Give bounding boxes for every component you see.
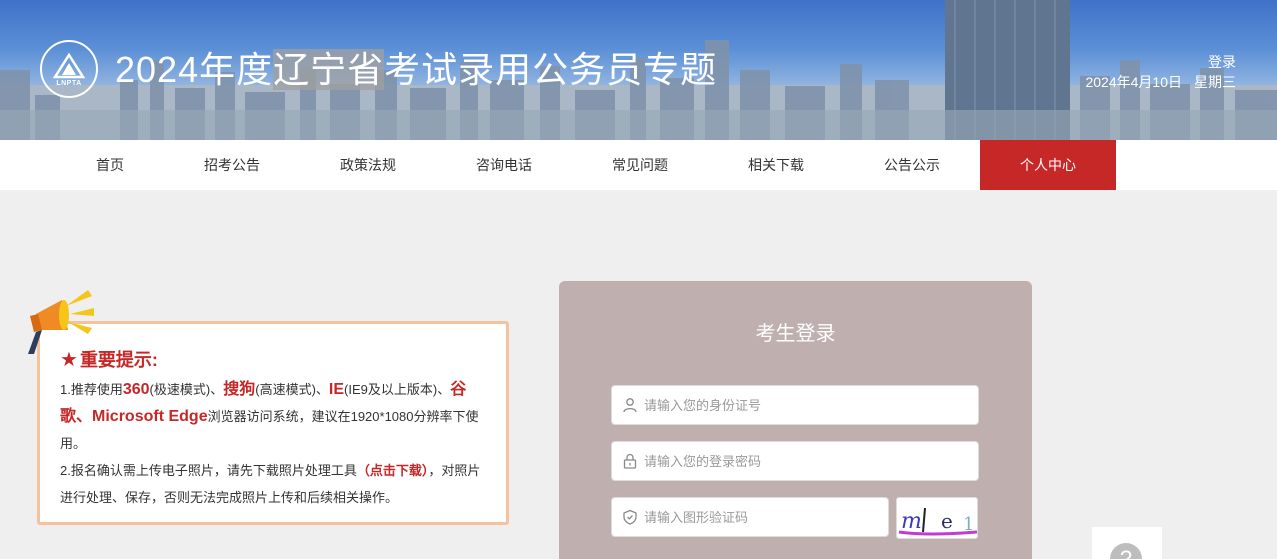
- current-weekday: 星期三: [1194, 74, 1236, 90]
- site-title: 2024年度辽宁省考试录用公务员专题: [115, 48, 717, 92]
- floating-help-box: ?: [1092, 527, 1162, 559]
- notice-body: 1.推荐使用360(极速模式)、搜狗(高速模式)、IE(IE9及以上版本)、谷歌…: [60, 376, 486, 511]
- nav-item-faq[interactable]: 常见问题: [572, 140, 708, 190]
- notice-text: 1.推荐使用: [60, 382, 123, 397]
- notice-text: (IE9及以上版本)、: [344, 382, 451, 397]
- id-number-field[interactable]: [611, 385, 979, 425]
- important-notice: ★ 重要提示: 1.推荐使用360(极速模式)、搜狗(高速模式)、IE(IE9及…: [37, 321, 509, 525]
- download-tool-link[interactable]: （点击下载）: [357, 463, 429, 478]
- browser-edge: Microsoft Edge: [92, 408, 208, 425]
- password-field[interactable]: [611, 441, 979, 481]
- notice-item-photo: 2.报名确认需上传电子照片，请先下载照片处理工具（点击下载），对照片进行处理、保…: [60, 457, 486, 511]
- shield-icon: [623, 509, 637, 525]
- notice-text: 2.报名确认需上传电子照片，请先下载照片处理工具: [60, 463, 357, 478]
- title-rest: 考试录用公务员专题: [384, 49, 718, 90]
- notice-item-browsers: 1.推荐使用360(极速模式)、搜狗(高速模式)、IE(IE9及以上版本)、谷歌…: [60, 376, 486, 457]
- current-date: 2024年4月10日: [1085, 74, 1182, 90]
- lnpta-logo: LNPTA: [40, 40, 98, 98]
- help-icon[interactable]: ?: [1110, 543, 1142, 559]
- captcha-image[interactable]: m e 1: [896, 497, 978, 539]
- logo-text: LNPTA: [56, 80, 82, 87]
- main-nav: 首页 招考公告 政策法规 咨询电话 常见问题 相关下载 公告公示 个人中心: [0, 140, 1277, 190]
- megaphone-icon: [28, 290, 94, 354]
- captcha-char: m: [901, 509, 922, 534]
- notice-text: (高速模式)、: [255, 382, 329, 397]
- login-title: 考生登录: [755, 323, 836, 345]
- id-number-input[interactable]: [644, 397, 944, 413]
- nav-item-publicity[interactable]: 公告公示: [844, 140, 980, 190]
- nav-item-home[interactable]: 首页: [42, 140, 178, 190]
- nav-item-policies[interactable]: 政策法规: [300, 140, 436, 190]
- captcha-input[interactable]: [644, 509, 864, 525]
- notice-separator: 、: [76, 408, 93, 425]
- header-date: 2024年4月10日 星期三: [1085, 72, 1236, 92]
- browser-360: 360: [122, 381, 150, 398]
- login-panel: 考生登录 m e 1: [559, 281, 1032, 559]
- header-banner: LNPTA 2024年度辽宁省考试录用公务员专题 登录 2024年4月10日 星期…: [0, 0, 1277, 140]
- notice-title: ★ 重要提示:: [60, 346, 486, 372]
- header-login-link[interactable]: 登录: [1208, 52, 1236, 72]
- lock-icon: [623, 453, 637, 469]
- nav-item-announcements[interactable]: 招考公告: [164, 140, 300, 190]
- captcha-graphic: m e 1: [898, 507, 977, 536]
- title-year: 2024年度: [115, 49, 274, 90]
- nav-item-downloads[interactable]: 相关下载: [708, 140, 844, 190]
- user-icon: [623, 398, 637, 413]
- captcha-char: e: [941, 509, 953, 533]
- browser-sogou: 搜狗: [223, 381, 256, 398]
- password-input[interactable]: [644, 453, 944, 469]
- nav-item-hotline[interactable]: 咨询电话: [436, 140, 572, 190]
- captcha-field[interactable]: [611, 497, 889, 537]
- browser-ie: IE: [328, 381, 345, 398]
- notice-text: (极速模式)、: [149, 382, 224, 397]
- title-province-highlight: 辽宁省: [273, 49, 385, 90]
- nav-item-personal-center[interactable]: 个人中心: [980, 140, 1116, 190]
